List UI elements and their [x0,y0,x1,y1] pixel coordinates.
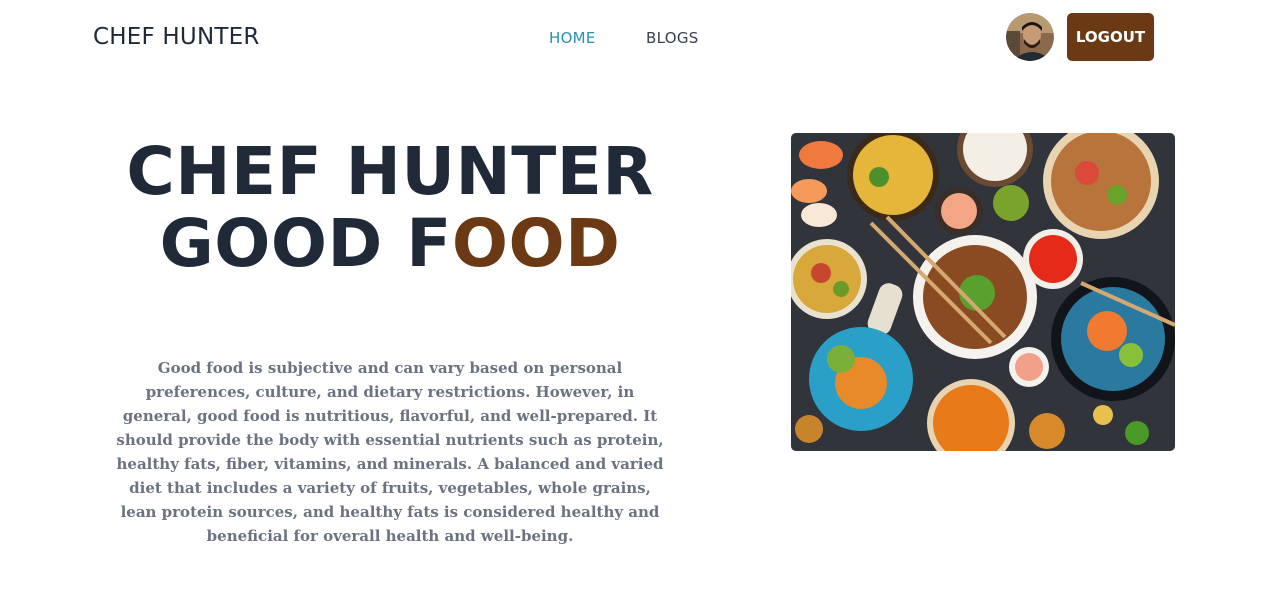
logout-button[interactable]: LOGOUT [1067,13,1154,61]
nav-link-blogs[interactable]: BLOGS [646,29,699,47]
hero-title-ood-accent: OOD [451,205,621,282]
hero-title-line-2: GOOD FOOD [90,208,690,280]
nav-link-home[interactable]: HOME [549,29,596,47]
hero-title: CHEF HUNTER GOOD FOOD [90,136,690,280]
brand-logo-text[interactable]: CHEF HUNTER [93,24,260,50]
avatar-photo [1006,13,1054,61]
food-photo [791,133,1175,451]
hero-title-line-1: CHEF HUNTER [126,133,654,210]
hero-title-good-f: GOOD F [159,205,452,282]
hero-food-image [791,133,1175,451]
user-avatar[interactable] [1006,13,1054,61]
hero-description: Good food is subjective and can vary bas… [116,359,664,545]
